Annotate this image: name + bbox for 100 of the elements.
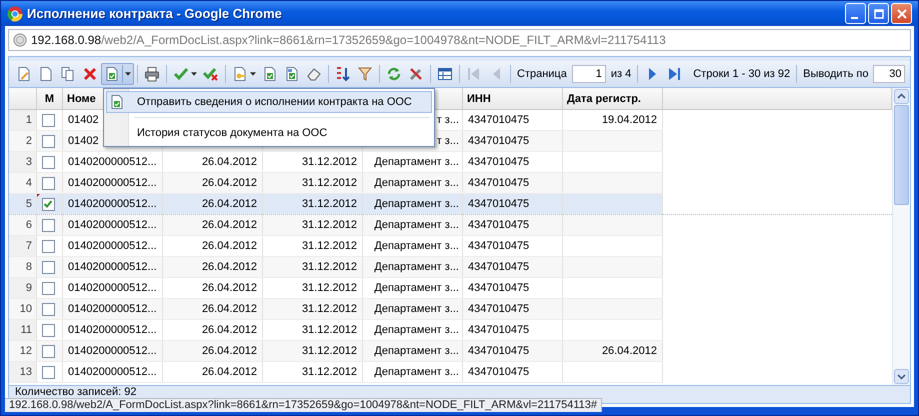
caret-icon [191, 72, 197, 76]
table-cell: 01402 [68, 114, 99, 126]
globe-icon [13, 33, 27, 47]
table-cell: 31.12.2012 [302, 198, 357, 210]
table-cell: 19.04.2012 [602, 114, 657, 126]
per-page-field[interactable]: 30 [873, 65, 906, 83]
table-cell: 4347010475 [468, 261, 530, 273]
table-cell: 4347010475 [468, 219, 530, 231]
table-cell: 26.04.2012 [202, 240, 257, 252]
table-cell: 0140200000512... [68, 261, 157, 273]
first-page-icon [466, 66, 482, 82]
row-number: 9 [26, 282, 32, 294]
row-checkbox[interactable] [42, 114, 55, 126]
record-count: Количество записей: 92 [15, 386, 136, 399]
caret-icon [125, 72, 131, 76]
page-field[interactable]: 1 [572, 65, 606, 83]
table-cell: 26.04.2012 [202, 324, 257, 336]
row-number: 2 [26, 135, 32, 147]
table-cell: 4347010475 [468, 156, 530, 168]
row-checkbox[interactable] [42, 198, 55, 210]
row-checkbox[interactable] [42, 176, 55, 190]
row-checkbox[interactable] [42, 366, 55, 378]
refresh-icon [386, 66, 402, 82]
row-number: 7 [26, 240, 32, 252]
table-cell: 26.04.2012 [202, 198, 257, 210]
table-cell: т з... [436, 114, 459, 126]
delete-icon [82, 66, 98, 82]
table-cell: 0140200000512... [68, 198, 157, 210]
table-cell: т з... [436, 135, 459, 147]
browser-logo-icon [7, 6, 23, 22]
row-number: 8 [26, 261, 32, 273]
table-cell: 4347010475 [468, 345, 530, 357]
table-cell: Департамент з... [374, 219, 459, 231]
row-checkbox[interactable] [42, 134, 55, 148]
row-number: 6 [26, 219, 32, 231]
table-cell: 31.12.2012 [302, 219, 357, 231]
scroll-up-icon[interactable] [894, 89, 909, 104]
table-cell: 31.12.2012 [302, 177, 357, 189]
row-checkbox[interactable] [42, 302, 55, 316]
scroll-thumb[interactable] [894, 105, 909, 205]
row-checkbox[interactable] [42, 218, 55, 232]
table-cell: 26.04.2012 [202, 156, 257, 168]
address-bar[interactable]: 192.168.0.98/web2/A_FormDocList.aspx?link=8661&rn=17352659&go=1004978&nt=NODE_FILT_ARM&vl=211754113 [8, 29, 911, 51]
column-header[interactable]: Номе [67, 92, 96, 104]
table-cell: 26.04.2012 [202, 177, 257, 189]
tools-icon [408, 66, 424, 82]
table-cell: 31.12.2012 [302, 282, 357, 294]
copy-icon [60, 66, 76, 82]
close-button[interactable] [891, 3, 912, 24]
table-cell: Департамент з... [374, 240, 459, 252]
table-cell: 26.04.2012 [202, 261, 257, 273]
table-cell: Департамент з... [374, 177, 459, 189]
page-label: Страница [516, 68, 568, 80]
row-number: 4 [26, 177, 32, 189]
column-header[interactable]: ИНН [467, 92, 491, 104]
document-approve-icon [284, 66, 300, 82]
table-cell: 4347010475 [468, 114, 530, 126]
print-icon [144, 66, 160, 82]
row-checkbox[interactable] [42, 156, 55, 168]
send-menu-button[interactable] [101, 63, 134, 85]
row-number: 1 [26, 114, 32, 126]
table-cell: 0140200000512... [68, 240, 157, 252]
maximize-icon [872, 8, 884, 20]
row-checkbox[interactable] [42, 344, 55, 358]
minimize-icon [850, 16, 858, 18]
table-cell: 4347010475 [468, 324, 530, 336]
last-page-icon [666, 66, 682, 82]
page-count: из 4 [610, 68, 632, 80]
document-check-icon [109, 94, 125, 110]
row-number: 13 [20, 366, 32, 378]
scroll-down-icon[interactable] [894, 369, 909, 384]
row-checkbox[interactable] [42, 240, 55, 252]
menu-item[interactable]: Отправить сведения о исполнении контракта на ООС [106, 91, 432, 113]
document-check-icon [104, 66, 120, 82]
minimize-button[interactable] [845, 3, 866, 24]
table-cell: 0140200000512... [68, 219, 157, 231]
key-document-icon [232, 66, 248, 82]
vertical-scrollbar[interactable] [892, 88, 910, 385]
row-checkbox[interactable] [42, 282, 55, 294]
table-cell: Департамент з... [374, 303, 459, 315]
rows-range: Строки 1 - 30 из 92 [692, 68, 792, 80]
table-cell: 4347010475 [468, 135, 530, 147]
table-cell: 26.04.2012 [202, 366, 257, 378]
table-cell: 31.12.2012 [302, 240, 357, 252]
maximize-button[interactable] [868, 3, 889, 24]
table-cell: 31.12.2012 [302, 324, 357, 336]
table-cell: Департамент з... [374, 324, 459, 336]
row-checkbox[interactable] [42, 324, 55, 336]
row-number: 5 [26, 198, 32, 210]
table-cell: 4347010475 [468, 240, 530, 252]
table-cell: 31.12.2012 [302, 261, 357, 273]
row-number: 10 [20, 303, 32, 315]
row-number: 11 [20, 324, 32, 336]
table-cell: 31.12.2012 [302, 303, 357, 315]
check-cancel-icon [203, 66, 219, 82]
table-cell: Департамент з... [374, 198, 459, 210]
row-checkbox[interactable] [42, 260, 55, 274]
table-cell: 0140200000512... [68, 177, 157, 189]
menu-item[interactable]: История статусов документа на ООС [106, 122, 432, 144]
table-cell: 4347010475 [468, 282, 530, 294]
